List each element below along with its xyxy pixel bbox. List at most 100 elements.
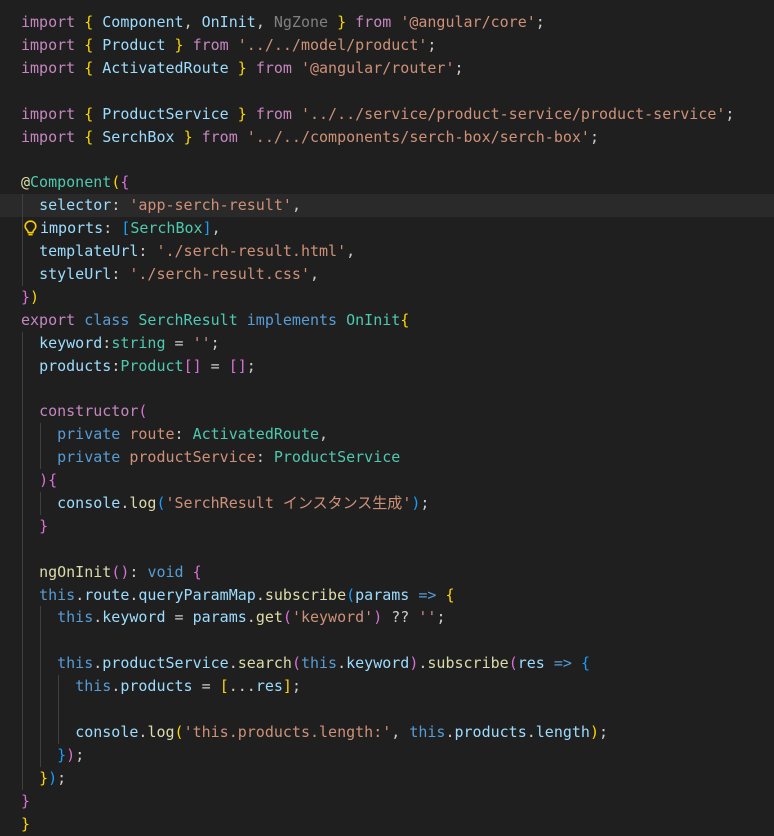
code-line[interactable]: console.log('SerchResult インスタンス生成'); xyxy=(0,491,774,515)
code-line[interactable]: }); xyxy=(0,743,774,767)
code-token: '../../model/product' xyxy=(237,35,428,54)
code-token: import xyxy=(21,35,76,54)
code-token: [] xyxy=(183,356,202,375)
code-line[interactable]: import { ProductService } from '../../se… xyxy=(0,103,774,126)
code-token: styleUrl xyxy=(39,264,112,283)
code-token: ( xyxy=(282,608,292,627)
code-line[interactable]: @Component({ xyxy=(0,171,774,194)
code-token: . xyxy=(93,608,103,627)
code-token: , xyxy=(310,264,320,283)
code-token: products xyxy=(454,722,527,741)
code-line[interactable]: templateUrl: './serch-result.html', xyxy=(0,240,774,263)
code-token: Product xyxy=(120,356,184,375)
code-line[interactable] xyxy=(0,377,774,401)
code-line[interactable] xyxy=(0,537,774,561)
code-text: this.route.queryParamMap.subscribe(param… xyxy=(21,584,454,607)
code-token: } xyxy=(57,745,67,764)
code-line[interactable]: ngOnInit(): void { xyxy=(0,560,774,584)
code-token: @ xyxy=(21,173,31,192)
code-token: { xyxy=(84,58,94,77)
code-token: 'SerchResult xyxy=(165,493,283,512)
code-token: get xyxy=(255,608,283,627)
code-token: . xyxy=(445,722,455,741)
code-token: ; xyxy=(246,356,256,375)
code-text: ngOnInit(): void { xyxy=(21,561,202,584)
code-token: products xyxy=(120,677,193,696)
code-line[interactable]: export class SerchResult implements OnIn… xyxy=(0,309,774,332)
code-text: @Component({ xyxy=(21,171,129,194)
code-token: ngOnInit xyxy=(39,562,112,581)
code-line[interactable]: this.keyword = params.get('keyword') ?? … xyxy=(0,606,774,630)
code-line[interactable]: }); xyxy=(0,766,774,790)
code-text: console.log('SerchResult インスタンス生成'); xyxy=(21,492,429,515)
code-token: console xyxy=(75,722,139,741)
code-text: products:Product[] = []; xyxy=(21,355,256,378)
code-editor[interactable]: import { Component, OnInit, NgZone } fro… xyxy=(0,0,774,833)
code-token: keyword xyxy=(39,333,103,352)
code-token: = xyxy=(165,333,193,352)
code-text: import { ProductService } from '../../se… xyxy=(21,103,734,126)
code-line[interactable]: } xyxy=(0,514,774,538)
code-text: constructor( xyxy=(21,400,147,423)
code-token: constructor xyxy=(39,402,139,421)
code-line[interactable]: this.products = [...res]; xyxy=(0,675,774,699)
code-line[interactable]: this.productService.search(this.keyword)… xyxy=(0,652,774,676)
code-token: . xyxy=(93,654,103,673)
code-line[interactable]: this.route.queryParamMap.subscribe(param… xyxy=(0,583,774,607)
code-token: Component xyxy=(102,13,184,31)
code-token: () xyxy=(111,562,130,581)
code-line[interactable]: import { SerchBox } from '../../componen… xyxy=(0,126,774,149)
code-line[interactable]: keyword:string = ''; xyxy=(0,331,774,355)
code-line[interactable]: import { Component, OnInit, NgZone } fro… xyxy=(0,11,774,34)
code-token: keyword xyxy=(346,654,410,673)
code-token: ; xyxy=(291,677,301,696)
code-token: } xyxy=(174,35,184,54)
code-line[interactable]: }) xyxy=(0,286,774,309)
code-token: import xyxy=(21,13,76,31)
code-token: } xyxy=(39,768,49,787)
code-token: ( xyxy=(156,493,166,512)
code-token: } xyxy=(21,814,31,833)
code-line[interactable] xyxy=(0,629,774,653)
code-token: ?? xyxy=(382,608,419,627)
code-token: string xyxy=(111,333,166,352)
code-line[interactable]: ){ xyxy=(0,469,774,492)
code-line[interactable]: private productService: ProductService xyxy=(0,446,774,470)
code-line[interactable]: products:Product[] = []; xyxy=(0,354,774,378)
code-line[interactable]: } xyxy=(0,813,774,836)
code-line[interactable]: console. log('this.products.length:', thi… xyxy=(0,720,774,744)
code-line[interactable]: constructor( xyxy=(0,400,774,424)
code-line[interactable] xyxy=(0,698,774,721)
code-text: } xyxy=(21,790,30,813)
code-token: params xyxy=(355,585,410,604)
code-token: ) xyxy=(589,722,599,741)
code-token: } xyxy=(237,104,247,123)
code-token: private xyxy=(57,448,121,467)
code-line[interactable] xyxy=(0,80,774,103)
code-token: = xyxy=(201,356,229,375)
code-text: this.keyword = params.get('keyword') ?? … xyxy=(21,606,445,629)
code-line[interactable] xyxy=(0,148,774,171)
code-line[interactable]: import { ActivatedRoute } from '@angular… xyxy=(0,57,774,80)
code-line[interactable]: imports: [SerchBox], xyxy=(0,217,774,241)
code-line[interactable]: import { Product } from '../../model/pro… xyxy=(0,34,774,57)
code-token: imports xyxy=(40,219,104,238)
code-token: subscribe xyxy=(427,654,509,673)
code-line[interactable]: selector: 'app-serch-result', xyxy=(0,194,774,218)
code-text: import { Component, OnInit, NgZone } fro… xyxy=(21,11,545,34)
code-token: . xyxy=(255,585,265,604)
lightbulb-icon[interactable] xyxy=(23,220,38,237)
code-token: res xyxy=(255,677,283,696)
code-line[interactable]: private route: ActivatedRoute, xyxy=(0,423,774,447)
code-line[interactable]: } xyxy=(0,790,774,813)
code-line[interactable]: styleUrl: './serch-result.css', xyxy=(0,262,774,286)
